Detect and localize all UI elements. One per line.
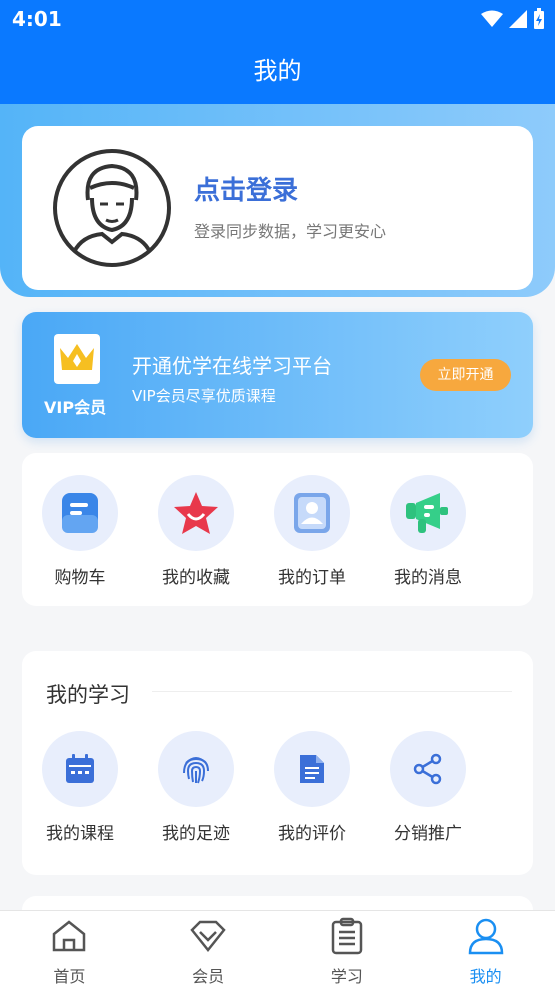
quick-action-favorites[interactable]: 我的收藏 (138, 475, 254, 588)
vip-card[interactable]: VIP会员 开通优学在线学习平台 VIP会员尽享优质课程 立即开通 (22, 312, 533, 438)
study-item-distribution[interactable]: 分销推广 (370, 731, 486, 844)
vip-title: 开通优学在线学习平台 (132, 354, 332, 378)
quick-action-label: 我的收藏 (162, 568, 230, 588)
clipboard-icon (331, 917, 363, 955)
nav-item-membership[interactable]: 会员 (139, 911, 278, 988)
bottom-nav: 首页 会员 学习 我的 (0, 910, 555, 988)
nav-item-home[interactable]: 首页 (0, 911, 139, 988)
nav-item-study[interactable]: 学习 (278, 911, 417, 988)
login-card[interactable]: 点击登录 登录同步数据，学习更安心 (22, 126, 533, 290)
study-grid: 我的课程 我的足迹 我的评价 分销推广 (22, 731, 533, 844)
calendar-icon (66, 754, 94, 783)
avatar-icon (53, 149, 171, 267)
study-item-reviews[interactable]: 我的评价 (254, 731, 370, 844)
home-icon (53, 920, 86, 952)
fingerprint-icon (183, 757, 209, 784)
star-icon (174, 492, 218, 534)
study-item-courses[interactable]: 我的课程 (22, 731, 138, 844)
study-item-label: 分销推广 (394, 824, 462, 844)
nav-label: 会员 (192, 967, 225, 986)
crown-icon (60, 344, 94, 370)
quick-actions-panel: 购物车 我的收藏 我的订单 我的消息 (22, 453, 533, 606)
nav-label: 学习 (330, 967, 363, 986)
wifi-icon (481, 10, 503, 27)
quick-actions-grid: 购物车 我的收藏 我的订单 我的消息 (22, 475, 533, 588)
study-item-label: 我的足迹 (162, 824, 230, 844)
study-item-label: 我的课程 (46, 824, 114, 844)
user-icon (468, 918, 503, 955)
quick-action-cart[interactable]: 购物车 (22, 475, 138, 588)
vip-subtitle: VIP会员尽享优质课程 (132, 387, 276, 405)
my-study-panel: 我的学习 我的课程 我的足迹 我的评价 分销推广 (22, 651, 533, 875)
cart-icon (62, 493, 98, 533)
quick-action-label: 我的消息 (394, 568, 462, 588)
status-icons (481, 8, 545, 30)
battery-icon (534, 8, 544, 29)
section-divider (152, 691, 512, 692)
quick-action-label: 我的订单 (278, 568, 346, 588)
vip-badge-label: VIP会员 (44, 398, 107, 417)
login-title[interactable]: 点击登录 (194, 170, 298, 207)
diamond-icon (190, 920, 226, 953)
nav-label: 首页 (53, 967, 86, 986)
signal-icon (509, 10, 527, 28)
nav-item-mine[interactable]: 我的 (416, 911, 555, 988)
study-item-label: 我的评价 (278, 824, 346, 844)
study-item-footprints[interactable]: 我的足迹 (138, 731, 254, 844)
document-icon (300, 755, 324, 783)
quick-action-messages[interactable]: 我的消息 (370, 475, 486, 588)
status-bar: 4:01 (0, 0, 555, 38)
status-time: 4:01 (12, 7, 62, 31)
login-subtitle: 登录同步数据，学习更安心 (194, 222, 387, 241)
header: 我的 (0, 38, 555, 104)
quick-action-label: 购物车 (54, 568, 106, 588)
nav-label: 我的 (469, 967, 502, 986)
megaphone-icon (406, 493, 448, 533)
order-icon (294, 493, 330, 533)
section-title: 我的学习 (46, 683, 130, 707)
page-title: 我的 (253, 57, 302, 85)
vip-open-button[interactable]: 立即开通 (420, 359, 511, 391)
share-icon (413, 753, 442, 785)
vip-badge (54, 334, 100, 384)
quick-action-orders[interactable]: 我的订单 (254, 475, 370, 588)
